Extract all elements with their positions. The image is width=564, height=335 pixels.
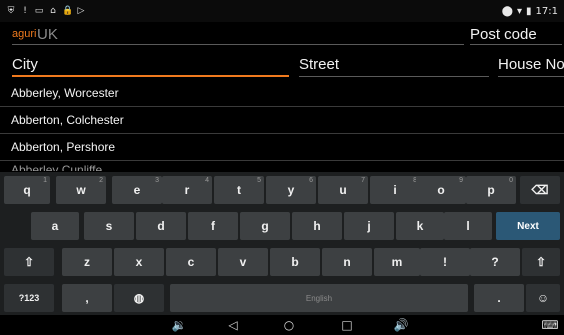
search-row: aguri UK Post code bbox=[0, 22, 564, 50]
key-comma[interactable]: , bbox=[62, 284, 112, 312]
key-m[interactable]: m bbox=[374, 248, 420, 276]
list-item[interactable]: Abberton, Pershore bbox=[0, 134, 564, 161]
status-bar: ⛨ ! ▭ ⌂ 🔒 ▷ ⬤ ▾ ▮ 17:1 bbox=[0, 0, 564, 22]
recents-icon[interactable]: □ bbox=[338, 317, 356, 333]
country-underline bbox=[12, 44, 464, 45]
emoji-key[interactable]: ☺ bbox=[526, 284, 560, 312]
next-button[interactable]: Next bbox=[496, 212, 560, 240]
country-field[interactable]: UK bbox=[37, 26, 58, 43]
key-t[interactable]: t5 bbox=[214, 176, 264, 204]
list-item-partial[interactable]: Abberley Cunliffe... bbox=[0, 161, 564, 171]
wifi-icon: ▾ bbox=[516, 5, 523, 17]
shift-key-right[interactable]: ⇧ bbox=[522, 248, 560, 276]
keyboard-row-1: q1 w2 e3 r4 t5 y6 u7 i8 o9 p0 ⌫ bbox=[0, 176, 564, 206]
key-b[interactable]: b bbox=[270, 248, 320, 276]
key-y[interactable]: y6 bbox=[266, 176, 316, 204]
key-o[interactable]: o9 bbox=[416, 176, 466, 204]
key-v[interactable]: v bbox=[218, 248, 268, 276]
alert-icon: ! bbox=[23, 6, 27, 16]
volume-up-icon[interactable]: 🔊 bbox=[390, 317, 412, 333]
city-underline-focused bbox=[12, 75, 289, 77]
shield-icon: ⛨ bbox=[7, 6, 15, 16]
space-bar[interactable]: English bbox=[170, 284, 468, 312]
list-item[interactable]: Abberley, Worcester bbox=[0, 80, 564, 107]
soft-keyboard: q1 w2 e3 r4 t5 y6 u7 i8 o9 p0 ⌫ a s d f … bbox=[0, 172, 564, 315]
language-key[interactable]: ◍ bbox=[114, 284, 164, 312]
keyboard-row-2: a s d f g h j k l Next bbox=[0, 212, 564, 242]
lock-icon: 🔒 bbox=[62, 6, 74, 16]
key-z[interactable]: z bbox=[62, 248, 112, 276]
key-c[interactable]: c bbox=[166, 248, 216, 276]
shift-key-left[interactable]: ⇧ bbox=[4, 248, 54, 276]
play-icon: ▷ bbox=[77, 6, 85, 16]
keyboard-icon[interactable]: ⌨ bbox=[540, 317, 560, 333]
city-field[interactable]: City bbox=[12, 56, 38, 73]
key-j[interactable]: j bbox=[344, 212, 394, 240]
backspace-key[interactable]: ⌫ bbox=[520, 176, 560, 204]
key-q[interactable]: q1 bbox=[4, 176, 50, 204]
postcode-underline bbox=[470, 44, 562, 45]
clock: 17:1 bbox=[535, 5, 558, 17]
street-field[interactable]: Street bbox=[299, 56, 339, 73]
back-icon[interactable]: ◁ bbox=[224, 317, 242, 333]
house-no-underline bbox=[498, 76, 564, 77]
key-p[interactable]: p0 bbox=[466, 176, 516, 204]
globe-icon: ◍ bbox=[133, 291, 145, 305]
key-n[interactable]: n bbox=[322, 248, 372, 276]
shift-icon: ⇧ bbox=[535, 255, 547, 269]
screen-icon: ▭ bbox=[34, 6, 44, 16]
hanger-icon: ⌂ bbox=[50, 6, 56, 16]
volume-down-icon[interactable]: 🔉 bbox=[168, 317, 190, 333]
key-a[interactable]: a bbox=[31, 212, 79, 240]
key-w[interactable]: w2 bbox=[56, 176, 106, 204]
emoji-icon: ☺ bbox=[536, 291, 550, 305]
key-s[interactable]: s bbox=[84, 212, 134, 240]
house-no-field[interactable]: House No bbox=[498, 56, 564, 73]
battery-icon: ▮ bbox=[526, 5, 532, 17]
location-icon: ⬤ bbox=[501, 5, 513, 17]
app-logo: aguri bbox=[12, 28, 37, 40]
key-k[interactable]: k bbox=[396, 212, 444, 240]
screen: ⛨ ! ▭ ⌂ 🔒 ▷ ⬤ ▾ ▮ 17:1 aguri UK Post cod… bbox=[0, 0, 564, 335]
key-g[interactable]: g bbox=[240, 212, 290, 240]
navigation-bar: 🔉 ◁ ○ □ 🔊 ⌨ bbox=[0, 315, 564, 335]
key-e[interactable]: e3 bbox=[112, 176, 162, 204]
shift-icon: ⇧ bbox=[23, 255, 35, 269]
list-item[interactable]: Abberton, Colchester bbox=[0, 107, 564, 134]
postcode-field[interactable]: Post code bbox=[470, 26, 537, 43]
backspace-icon: ⌫ bbox=[531, 183, 549, 197]
city-suggestion-list: Abberley, Worcester Abberton, Colchester… bbox=[0, 80, 564, 171]
key-exclamation[interactable]: ! bbox=[420, 248, 470, 276]
street-underline bbox=[299, 76, 489, 77]
key-period[interactable]: . bbox=[474, 284, 524, 312]
home-icon[interactable]: ○ bbox=[280, 317, 298, 333]
symbols-key[interactable]: ?123 bbox=[4, 284, 54, 312]
key-f[interactable]: f bbox=[188, 212, 238, 240]
key-r[interactable]: r4 bbox=[162, 176, 212, 204]
key-i[interactable]: i8 bbox=[370, 176, 420, 204]
key-l[interactable]: l bbox=[444, 212, 492, 240]
keyboard-row-3: ⇧ z x c v b n m ! ? ⇧ bbox=[0, 248, 564, 278]
keyboard-row-4: ?123 , ◍ English . ☺ bbox=[0, 284, 564, 314]
key-question[interactable]: ? bbox=[470, 248, 520, 276]
key-x[interactable]: x bbox=[114, 248, 164, 276]
key-d[interactable]: d bbox=[136, 212, 186, 240]
key-u[interactable]: u7 bbox=[318, 176, 368, 204]
key-h[interactable]: h bbox=[292, 212, 342, 240]
